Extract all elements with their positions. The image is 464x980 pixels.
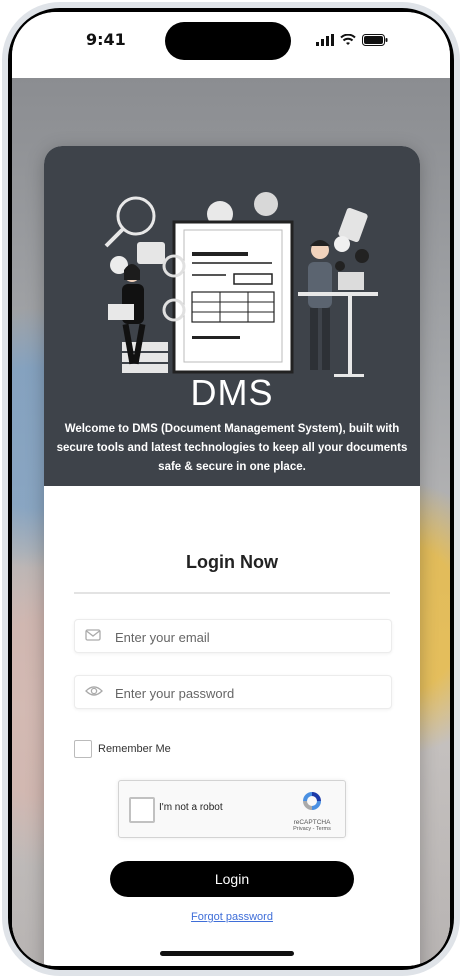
hero-description: Welcome to DMS (Document Management Syst… — [56, 423, 408, 473]
battery-icon — [362, 34, 388, 46]
signal-icon — [316, 34, 334, 46]
captcha-label: I'm not a robot — [159, 802, 223, 813]
wifi-icon — [340, 34, 356, 45]
status-time: 9:41 — [86, 30, 126, 49]
title-divider — [74, 592, 390, 594]
recaptcha-widget[interactable]: I'm not a robot reCAPTCHA Privacy - Term… — [118, 780, 346, 838]
captcha-brand: reCAPTCHA — [293, 819, 331, 826]
forgot-password-link[interactable]: Forgot password — [44, 911, 420, 923]
login-title: Login Now — [186, 552, 278, 572]
password-field[interactable] — [74, 675, 392, 709]
document-management-illustration — [104, 192, 378, 377]
email-input[interactable] — [113, 624, 377, 650]
captcha-checkbox[interactable] — [129, 797, 155, 823]
status-icons — [316, 34, 388, 46]
login-card: DMS Welcome to DMS (Document Management … — [44, 146, 420, 966]
recaptcha-logo-icon — [303, 792, 321, 810]
hero-title: DMS — [190, 372, 274, 413]
screen: 9:41 DMS Welcome to DMS (Document Manage… — [12, 12, 450, 966]
home-indicator — [160, 951, 294, 956]
eye-icon[interactable] — [85, 684, 103, 698]
login-button[interactable]: Login — [110, 861, 354, 897]
hero-banner: DMS Welcome to DMS (Document Management … — [44, 146, 420, 486]
remember-label: Remember Me — [98, 743, 171, 755]
password-input[interactable] — [113, 680, 377, 706]
status-bar: 9:41 — [12, 12, 450, 78]
remember-checkbox[interactable] — [74, 740, 92, 758]
email-field[interactable] — [74, 619, 392, 653]
captcha-branding: reCAPTCHA Privacy - Terms — [285, 789, 339, 832]
captcha-links[interactable]: Privacy - Terms — [285, 826, 339, 832]
dynamic-island — [165, 22, 291, 60]
mail-icon — [85, 629, 101, 641]
remember-me[interactable]: Remember Me — [74, 740, 171, 758]
